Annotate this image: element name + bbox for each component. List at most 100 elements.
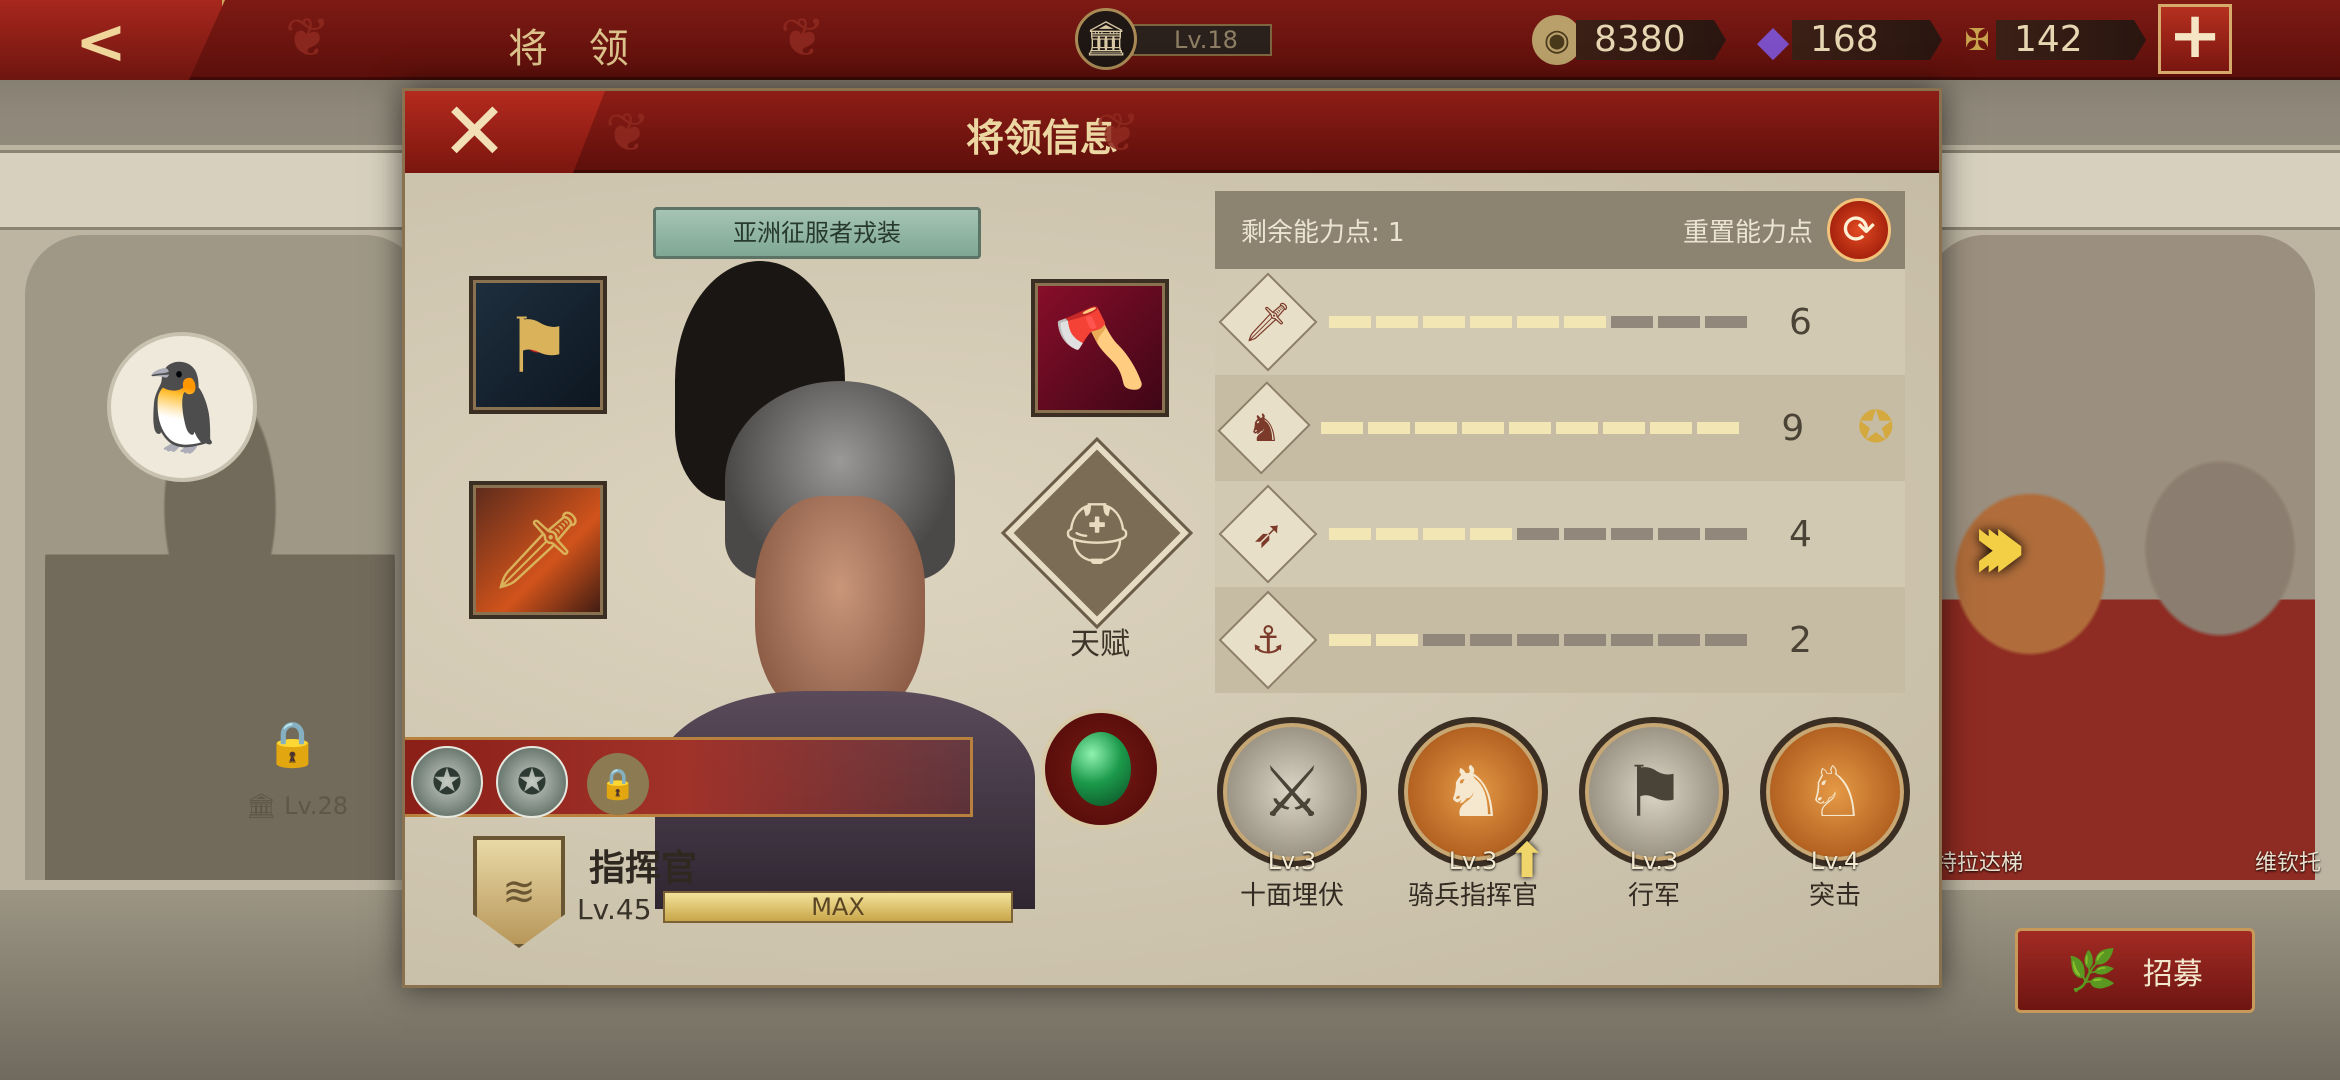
stat-pip (1376, 316, 1418, 328)
stat-pip (1376, 634, 1418, 646)
sword-equipment-slot[interactable]: 🗡 (469, 481, 607, 619)
stat-value: 2 (1789, 619, 1812, 661)
laurel-decoration-icon: ❦ (1095, 101, 1141, 164)
outfit-tag[interactable]: 亚洲征服者戎装 (653, 207, 981, 259)
recruit-button[interactable]: 🌿 招募 (2015, 928, 2255, 1013)
skill-icon: ⚑ (1579, 717, 1729, 867)
stat-progress (1329, 528, 1747, 540)
stat-pip (1470, 316, 1512, 328)
stat-pip (1509, 422, 1552, 434)
add-resource-button[interactable]: + (2158, 4, 2232, 74)
city-hall-icon[interactable]: 🏛 (1075, 8, 1137, 70)
reset-label: 重置能力点 (1682, 217, 1813, 248)
stat-row-cavalry[interactable]: ♞ 9 ✪ (1215, 375, 1905, 481)
reset-button[interactable]: ⟳ (1827, 198, 1891, 262)
stat-row-infantry[interactable]: 🗡 6 (1215, 269, 1905, 375)
recruit-label: 招募 (2142, 956, 2203, 992)
axe-icon: 🪓 (1052, 303, 1148, 392)
skill-level: Lv.3 (1267, 847, 1317, 875)
stat-pip (1423, 316, 1465, 328)
stat-pip (1564, 634, 1606, 646)
skill-level: Lv.3 (1629, 847, 1679, 875)
sword-icon: 🗡 (489, 505, 587, 594)
banner-equipment-slot[interactable]: ⚑ (469, 276, 607, 414)
rank-name: 指挥官 (589, 848, 698, 889)
skill-1[interactable]: ⚔ Lv.3 十面埋伏 (1217, 717, 1367, 912)
spqr-value: 142 (1996, 20, 2146, 60)
experience-bar: MAX (663, 891, 1013, 923)
stat-pip (1329, 316, 1371, 328)
laurel-decoration-icon: ❦ (780, 6, 826, 69)
bow-icon: ➶ (1218, 484, 1318, 584)
spqr-eagle-icon: ✠ (1964, 22, 1990, 58)
stat-row-navy[interactable]: ⚓ 2 (1215, 587, 1905, 693)
laurel-star-icon: ✪ (1857, 402, 1895, 453)
anchor-icon: ⚓ (1218, 590, 1318, 690)
stat-pip (1415, 422, 1458, 434)
general-info-dialog: ✕ ❦ 将领信息 ❦ 亚洲征服者戎装 ⚑ 🗡 🪓 ⛑ 天赋 ✪ ✪ 🔒 ≋ 指挥… (402, 88, 1942, 988)
right-general-name-2: 维钦托 (2255, 851, 2322, 876)
locked-medal-icon[interactable]: 🔒 (587, 753, 649, 815)
skill-level: Lv.4 (1810, 847, 1860, 875)
stat-pip (1470, 634, 1512, 646)
resource-gem[interactable]: ◆ 168 (1748, 12, 1942, 68)
lock-icon: 🔒 (265, 719, 320, 770)
city-level-bar: Lv.18 (1132, 24, 1272, 56)
emerald-icon (1071, 732, 1131, 806)
stat-pip (1705, 528, 1747, 540)
skill-icon: ♘ (1760, 717, 1910, 867)
skill-4[interactable]: ♘ Lv.4 突击 (1760, 717, 1910, 912)
stat-pip (1611, 528, 1653, 540)
stat-pip (1329, 528, 1371, 540)
reset-points: 重置能力点 ⟳ (1683, 198, 1891, 262)
stat-pip (1705, 634, 1747, 646)
stat-progress (1329, 634, 1747, 646)
dialog-body: 亚洲征服者戎装 ⚑ 🗡 🪓 ⛑ 天赋 ✪ ✪ 🔒 ≋ 指挥官 Lv.45 MAX (405, 173, 1939, 985)
resource-coin[interactable]: ◉ 8380 (1532, 12, 1726, 68)
medal-bar (405, 737, 973, 817)
coin-value: 8380 (1576, 20, 1726, 60)
stat-pip (1564, 528, 1606, 540)
stat-progress (1321, 422, 1740, 434)
stat-pip (1658, 316, 1700, 328)
stat-pip (1517, 528, 1559, 540)
dialog-header: ✕ ❦ 将领信息 ❦ (405, 91, 1939, 173)
qq-penguin-icon[interactable]: 🐧 (107, 332, 257, 482)
stat-pip (1423, 634, 1465, 646)
medal-eagle-icon[interactable]: ✪ (496, 746, 568, 818)
back-button[interactable]: < (0, 0, 225, 80)
skill-3[interactable]: ⚑ Lv.3 行军 (1579, 717, 1729, 912)
banner-icon: ⚑ (503, 300, 573, 390)
stat-pip (1470, 528, 1512, 540)
axe-equipment-slot[interactable]: 🪓 (1031, 279, 1169, 417)
laurel-decoration-icon: ❦ (285, 6, 331, 69)
stat-row-archery[interactable]: ➶ 4 (1215, 481, 1905, 587)
stat-pip (1658, 634, 1700, 646)
stat-pip (1611, 634, 1653, 646)
stat-rows: 🗡 6 ♞ 9 ✪ ➶ 4 ⚓ 2 (1215, 269, 1905, 693)
skill-name: 十面埋伏 (1239, 881, 1344, 911)
sword-icon: 🗡 (1218, 272, 1318, 372)
stat-value: 4 (1789, 513, 1812, 555)
skill-name: 行军 (1627, 881, 1680, 911)
emerald-gem-slot[interactable] (1041, 709, 1161, 829)
stat-pip (1611, 316, 1653, 328)
stat-pip (1329, 634, 1371, 646)
general-level: Lv.45 (577, 893, 652, 926)
resource-spqr[interactable]: ✠ 142 (1952, 12, 2146, 68)
skill-name: 突击 (1808, 881, 1861, 911)
gem-value: 168 (1792, 20, 1942, 60)
stat-value: 9 (1781, 407, 1805, 449)
stat-pip (1376, 528, 1418, 540)
purple-gem-icon: ◆ (1756, 15, 1790, 65)
upgrade-arrow-icon: ⬆ (1507, 833, 1548, 889)
stats-header: 剩余能力点: 1 重置能力点 ⟳ (1215, 191, 1905, 269)
stats-panel: 剩余能力点: 1 重置能力点 ⟳ 🗡 6 ♞ 9 ✪ ➶ 4 ⚓ 2 (1215, 191, 1905, 693)
left-general-level: 🏛 Lv.28 (246, 792, 348, 820)
skill-icon: ⚔ (1217, 717, 1367, 867)
medal-eagle-icon[interactable]: ✪ (411, 746, 483, 818)
next-general-arrow-icon[interactable]: ››› (1970, 490, 2028, 602)
stat-pip (1517, 634, 1559, 646)
talent-label: 天赋 (1070, 627, 1130, 662)
stat-pip (1462, 422, 1505, 434)
